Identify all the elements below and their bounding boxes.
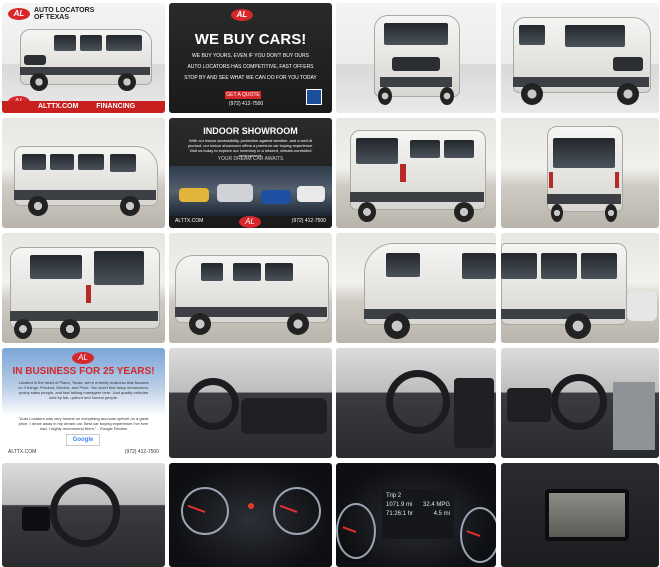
- gallery-photo-20[interactable]: [501, 463, 659, 567]
- tachometer-gauge: [273, 487, 321, 535]
- gallery-photo-8[interactable]: [501, 118, 659, 228]
- dashboard-image: [507, 388, 551, 422]
- gallery-photo-14[interactable]: [169, 348, 332, 458]
- dealer-name-line1: AUTO LOCATORS: [34, 7, 95, 14]
- van-image: [513, 17, 651, 105]
- warning-indicator-icon: [248, 503, 254, 509]
- van-side-image: [501, 239, 627, 339]
- gallery-photo-1[interactable]: AL AUTO LOCATORS OF TEXAS AL ALTTX.COM F…: [2, 3, 165, 113]
- door-panel-image: [613, 382, 655, 450]
- business-footer-right: (972) 412-7500: [124, 449, 159, 455]
- dealer-name-line2: OF TEXAS: [34, 14, 70, 21]
- steering-wheel-image: [50, 477, 120, 547]
- van-rear-image: [547, 126, 623, 224]
- trip-label: Trip 2: [386, 493, 402, 499]
- showroom-tagline: YOUR DREAM CAR AWAITS: [217, 156, 284, 162]
- dealer-logo-mark: AL: [231, 9, 253, 21]
- van-side-image: [175, 255, 329, 337]
- van-side-image: [14, 146, 158, 218]
- van-side-image: [364, 239, 496, 339]
- promo-line-1: WE BUY YOURS, EVEN IF YOU DON'T BUY OURS: [192, 53, 309, 59]
- trip-display: Trip 2 1071.9 mi 32.4 MPG 71:26:1 hr 4.5…: [382, 489, 454, 539]
- van-rear-image: [10, 237, 160, 341]
- gallery-photo-3[interactable]: [336, 3, 496, 113]
- dealer-logo: AL: [231, 9, 253, 21]
- showroom-footer-right: (972) 412-7500: [291, 218, 326, 224]
- other-car-image: [627, 291, 657, 321]
- gallery-photo-16[interactable]: [501, 348, 659, 458]
- gallery-photo-12[interactable]: [501, 233, 659, 343]
- photo-gallery-grid: AL AUTO LOCATORS OF TEXAS AL ALTTX.COM F…: [0, 0, 660, 567]
- promo-line-3: STOP BY AND SEE WHAT WE CAN DO FOR YOU T…: [184, 75, 317, 81]
- business-body: Located in the heart of Plano, Texas, we…: [18, 380, 149, 400]
- speedometer-gauge: [181, 487, 229, 535]
- gallery-photo-9[interactable]: [2, 233, 165, 343]
- speedometer-gauge: [336, 503, 376, 559]
- showroom-headline: INDOOR SHOWROOM: [203, 126, 298, 136]
- gallery-photo-6-indoor-showroom[interactable]: INDOOR SHOWROOM With our indoor accessib…: [169, 118, 332, 228]
- van-front-image: [374, 15, 460, 107]
- steering-wheel-image: [386, 370, 450, 434]
- gallery-photo-10[interactable]: [169, 233, 332, 343]
- dashboard-image: [241, 398, 327, 434]
- trip-time: 71:26:1 hr: [386, 511, 414, 517]
- tachometer-gauge: [460, 507, 496, 563]
- infotainment-screen-image: [545, 489, 629, 541]
- steering-wheel-image: [187, 378, 239, 430]
- dealer-logo-mark: AL: [239, 216, 261, 228]
- gallery-photo-15[interactable]: [336, 348, 496, 458]
- gallery-photo-2-we-buy-cars[interactable]: AL WE BUY CARS! WE BUY YOURS, EVEN IF YO…: [169, 3, 332, 113]
- business-footer-left: ALTTX.COM: [8, 449, 37, 455]
- award-badge-icon: [306, 89, 322, 105]
- van-image: [20, 21, 152, 93]
- google-badge: Google: [66, 434, 100, 446]
- trip-rate: 4.5 mi: [433, 511, 450, 517]
- gallery-photo-5[interactable]: [2, 118, 165, 228]
- steering-wheel-image: [551, 374, 607, 430]
- instrument-cluster-image: [22, 507, 50, 531]
- dealer-logo-mark: AL: [8, 8, 30, 20]
- van-rear-image: [350, 130, 486, 224]
- quote-button: GET A QUOTE: [225, 91, 261, 99]
- gallery-photo-17[interactable]: [2, 463, 165, 567]
- dealer-logo-mark: AL: [72, 352, 94, 364]
- trip-economy: 32.4 MPG: [422, 502, 450, 508]
- promo-line-2: AUTO LOCATORS HAS COMPETITIVE, FAST OFFE…: [187, 64, 314, 70]
- center-console-image: [454, 378, 494, 448]
- business-headline: IN BUSINESS FOR 25 YEARS!: [12, 366, 155, 377]
- site-url: ALTTX.COM: [38, 103, 79, 110]
- showroom-footer-left: ALTTX.COM: [175, 218, 204, 224]
- gallery-photo-19[interactable]: Trip 2 1071.9 mi 32.4 MPG 71:26:1 hr 4.5…: [336, 463, 496, 567]
- gallery-photo-18[interactable]: [169, 463, 332, 567]
- gallery-photo-7[interactable]: [336, 118, 496, 228]
- trip-odometer: 1071.9 mi: [386, 502, 413, 508]
- showroom-photo: [169, 166, 332, 216]
- promo-phone: (972) 412-7500: [229, 101, 264, 107]
- financing-banner: ALTTX.COM FINANCING AVAILABLE!: [2, 101, 165, 113]
- promo-headline: WE BUY CARS!: [194, 31, 307, 48]
- gallery-photo-13-in-business[interactable]: AL IN BUSINESS FOR 25 YEARS! Located in …: [2, 348, 165, 458]
- dealer-logo: AL AUTO LOCATORS OF TEXAS: [8, 7, 94, 21]
- gallery-photo-4[interactable]: [501, 3, 659, 113]
- gallery-photo-11[interactable]: [336, 233, 496, 343]
- business-quote: "Auto Locators was very honest on everyt…: [18, 416, 149, 431]
